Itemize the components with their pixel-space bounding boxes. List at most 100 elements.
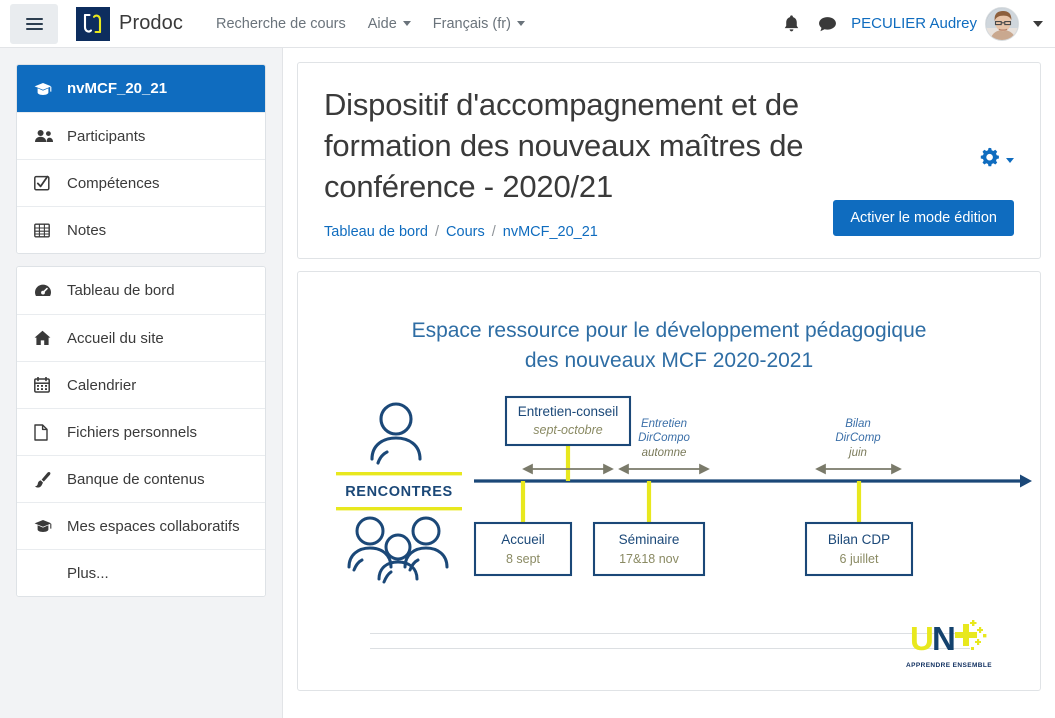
svg-text:RENCONTRES: RENCONTRES xyxy=(345,484,453,500)
interval-label-line1: Bilan xyxy=(845,418,871,430)
box-title: Bilan CDP xyxy=(828,532,890,547)
nav-link-label: Recherche de cours xyxy=(215,15,346,32)
course-settings-menu[interactable] xyxy=(979,147,1014,173)
messages-button[interactable] xyxy=(811,8,843,40)
nav-link-aide[interactable]: Aide xyxy=(357,10,422,38)
chevron-down-icon xyxy=(1033,20,1043,27)
svg-text:N: N xyxy=(932,620,955,656)
box-date: 17&18 nov xyxy=(619,552,680,566)
sidebar-item-label: Mes espaces collaboratifs xyxy=(67,517,240,535)
hamburger-icon xyxy=(25,15,43,33)
sidebar-group-global: Tableau de bord Accueil du site Calendri… xyxy=(16,266,266,597)
course-header-card: Dispositif d'accompagnement et de format… xyxy=(297,62,1041,259)
chevron-down-icon xyxy=(516,21,525,26)
prodoc-logo-icon xyxy=(76,6,110,41)
diagram-heading-line1: Espace ressource pour le développement p… xyxy=(411,318,927,342)
user-menu[interactable]: PECULIER Audrey xyxy=(851,6,1043,41)
footer-rule-1 xyxy=(370,632,970,634)
sidebar-item-participants[interactable]: Participants xyxy=(17,112,265,159)
box-date: 6 juillet xyxy=(840,552,879,566)
interval-label-entretien-dircompo: Entretien DirCompo automne xyxy=(638,418,690,459)
graduation-cap-icon xyxy=(34,82,56,96)
sidebar-item-calendrier[interactable]: Calendrier xyxy=(17,361,265,408)
calendar-icon xyxy=(34,377,56,393)
sidebar-item-accueil-du-site[interactable]: Accueil du site xyxy=(17,314,265,361)
nav-link-label: Aide xyxy=(367,15,397,32)
sidebar-item-label: Tableau de bord xyxy=(67,282,175,299)
graduation-cap-icon xyxy=(34,519,56,533)
nav-link-recherche-de-cours[interactable]: Recherche de cours xyxy=(205,10,357,38)
box-date: 8 sept xyxy=(506,552,541,566)
chevron-down-icon xyxy=(402,21,411,26)
chat-bubble-icon xyxy=(818,16,836,31)
interval-label-line3: automne xyxy=(642,447,687,459)
course-content-card: Espace ressource pour le développement p… xyxy=(297,270,1041,691)
check-square-icon xyxy=(34,175,56,191)
top-navbar: Prodoc Recherche de cours Aide Français … xyxy=(0,0,1055,48)
users-icon xyxy=(34,129,56,143)
avatar xyxy=(985,6,1019,41)
box-title: Accueil xyxy=(501,532,545,547)
sidebar-item-nvmcf-20-21[interactable]: nvMCF_20_21 xyxy=(17,65,265,112)
interval-label-line1: Entretien xyxy=(641,418,687,430)
sidebar-item-tableau-de-bord[interactable]: Tableau de bord xyxy=(17,267,265,314)
user-name-label: PECULIER Audrey xyxy=(851,15,977,32)
navbar-right: PECULIER Audrey xyxy=(773,6,1043,41)
un-plus-logo-icon: U N xyxy=(910,619,987,657)
person-icon xyxy=(370,402,422,465)
bell-icon xyxy=(784,15,798,32)
breadcrumb-item-nvmcf-20-21[interactable]: nvMCF_20_21 xyxy=(503,224,598,240)
sidebar-item-fichiers-personnels[interactable]: Fichiers personnels xyxy=(17,408,265,455)
svg-text:U: U xyxy=(910,620,933,656)
rencontres-label-group: RENCONTRES xyxy=(336,471,462,510)
sidebar-item-plus[interactable]: Plus... xyxy=(17,549,265,596)
hamburger-menu-button[interactable] xyxy=(10,3,58,44)
sidebar-item-notes[interactable]: Notes xyxy=(17,206,265,253)
footer-divider-rules xyxy=(370,619,970,649)
timeline-box-bilan-cdp: Bilan CDP 6 juillet xyxy=(804,521,914,576)
paint-brush-icon xyxy=(34,471,56,488)
diagram-heading-line2: des nouveaux MCF 2020-2021 xyxy=(524,349,814,373)
interval-label-bilan-dircomp: Bilan DirComp juin xyxy=(835,418,881,459)
table-icon xyxy=(34,223,56,238)
box-date: sept-octobre xyxy=(533,423,603,437)
file-icon xyxy=(34,423,56,441)
breadcrumb-item-tableau-de-bord[interactable]: Tableau de bord xyxy=(324,224,428,240)
home-icon xyxy=(34,330,56,346)
timeline-box-accueil: Accueil 8 sept xyxy=(473,521,573,576)
page-title: Dispositif d'accompagnement et de format… xyxy=(324,87,804,204)
interval-label-line2: DirComp xyxy=(835,432,881,444)
box-title: Séminaire xyxy=(619,532,680,547)
sidebar-item-label: Plus... xyxy=(67,564,109,582)
nav-link-langue[interactable]: Français (fr) xyxy=(422,10,536,38)
timeline-diagram: RENCONTRES Entretien DirCompo automne Bi… xyxy=(298,377,1040,677)
box-title: Entretien-conseil xyxy=(518,404,619,419)
sidebar-item-label: Participants xyxy=(67,127,146,145)
chevron-down-icon xyxy=(1006,157,1014,163)
footer-rule-2 xyxy=(370,647,970,649)
sidebar-item-competences[interactable]: Compétences xyxy=(17,159,265,206)
sidebar-item-label: Calendrier xyxy=(67,376,137,394)
notifications-button[interactable] xyxy=(775,8,807,40)
breadcrumb-separator: / xyxy=(491,223,496,240)
main-content: Dispositif d'accompagnement et de format… xyxy=(283,48,1055,718)
interval-label-line3: juin xyxy=(847,447,867,459)
activate-edit-mode-button[interactable]: Activer le mode édition xyxy=(833,199,1014,236)
dashboard-icon xyxy=(34,283,56,298)
interval-arrows xyxy=(522,463,902,474)
gear-icon xyxy=(979,147,1000,173)
people-group-icon xyxy=(347,516,449,584)
sidebar-item-label: Notes xyxy=(67,221,107,239)
interval-label-line2: DirCompo xyxy=(638,432,690,444)
timeline-box-entretien-conseil: Entretien-conseil sept-octobre xyxy=(504,395,632,446)
breadcrumb-separator: / xyxy=(435,223,440,240)
sidebar-item-banque-de-contenus[interactable]: Banque de contenus xyxy=(17,455,265,502)
brand-name: Prodoc xyxy=(119,12,183,34)
un-logo-tagline: APPRENDRE ENSEMBLE xyxy=(906,661,992,669)
brand-link[interactable]: Prodoc xyxy=(76,6,183,41)
un-plus-logo: U N APPRENDRE ENSEMBLE xyxy=(906,619,992,669)
sidebar-group-course: nvMCF_20_21 Participants Compétences Not… xyxy=(16,64,266,254)
sidebar-item-mes-espaces-collaboratifs[interactable]: Mes espaces collaboratifs xyxy=(17,502,265,549)
breadcrumb-item-cours[interactable]: Cours xyxy=(446,224,485,240)
sidebar-item-label: Accueil du site xyxy=(67,329,164,347)
